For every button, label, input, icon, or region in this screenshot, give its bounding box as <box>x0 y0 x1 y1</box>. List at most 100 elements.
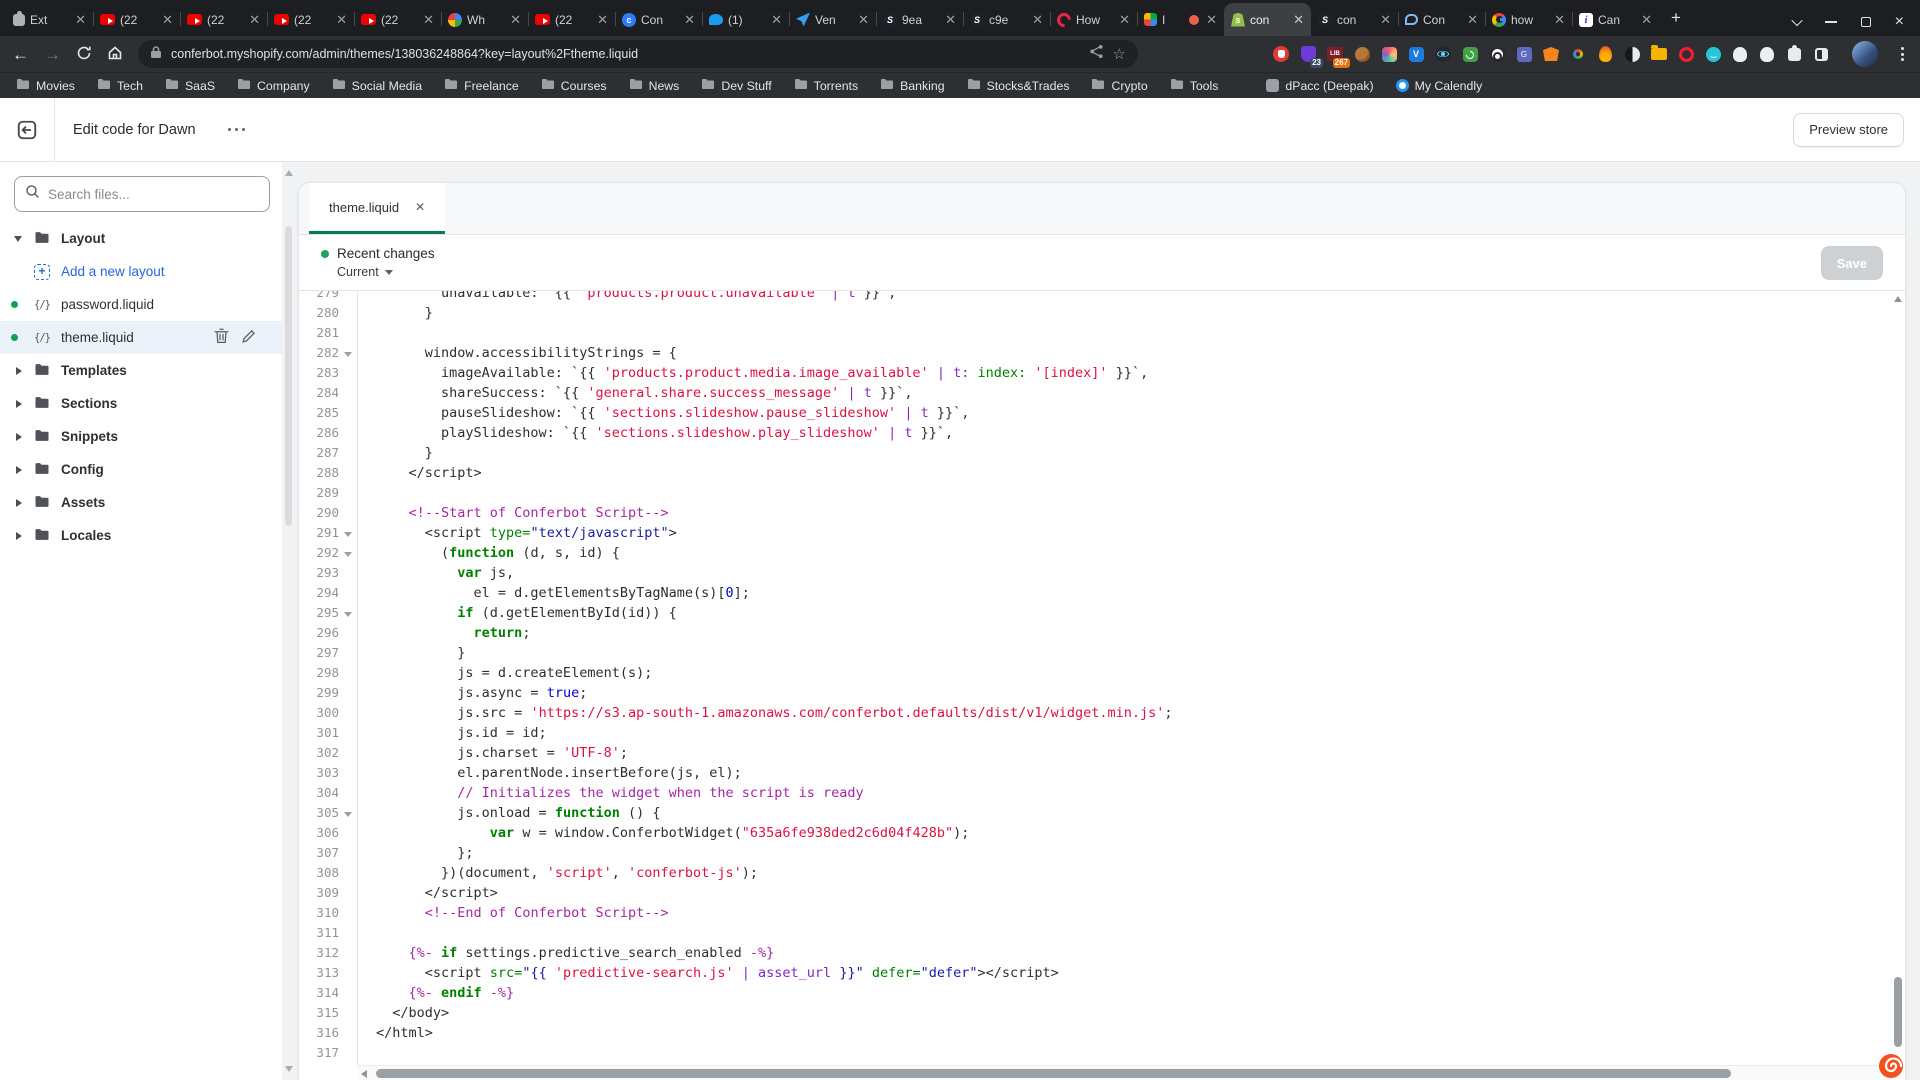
tab-close-icon[interactable]: ✕ <box>1293 13 1304 26</box>
tab-close-icon[interactable]: ✕ <box>1380 13 1391 26</box>
code-line-286[interactable]: 286 playSlideshow: `{{ 'sections.slidesh… <box>299 423 1905 443</box>
code-line-282[interactable]: 282 window.accessibilityStrings = { <box>299 343 1905 363</box>
code-line-303[interactable]: 303 el.parentNode.insertBefore(js, el); <box>299 763 1905 783</box>
delete-file-icon[interactable] <box>214 328 229 347</box>
chevron-down-icon[interactable] <box>14 236 22 242</box>
browser-tab[interactable]: I✕ <box>1137 3 1224 36</box>
code-line-305[interactable]: 305 js.onload = function () { <box>299 803 1905 823</box>
preview-store-button[interactable]: Preview store <box>1793 113 1904 147</box>
bookmark-tech[interactable]: Tech <box>97 78 143 93</box>
browser-tab[interactable]: con✕ <box>1224 3 1311 36</box>
profile-avatar[interactable] <box>1852 41 1878 67</box>
bookmark-stocks-trades[interactable]: Stocks&Trades <box>967 78 1070 93</box>
extension-folder-icon[interactable] <box>1649 44 1669 64</box>
code-line-280[interactable]: 280 } <box>299 303 1905 323</box>
extension-fox-icon[interactable] <box>1541 44 1561 64</box>
code-line-295[interactable]: 295 if (d.getElementById(id)) { <box>299 603 1905 623</box>
sidebar-item-config[interactable]: Config <box>0 453 282 486</box>
extension-translate-icon[interactable]: G <box>1514 44 1534 64</box>
reload-icon[interactable] <box>76 45 92 64</box>
minimize-icon[interactable] <box>1825 21 1837 23</box>
tab-close-icon[interactable]: ✕ <box>1119 13 1130 26</box>
browser-tab[interactable]: (22✕ <box>354 3 441 36</box>
code-line-304[interactable]: 304 // Initializes the widget when the s… <box>299 783 1905 803</box>
restore-window-icon[interactable] <box>1861 17 1871 27</box>
chevron-right-icon[interactable] <box>16 400 22 408</box>
fold-toggle-icon[interactable] <box>339 603 356 623</box>
close-window-icon[interactable]: × <box>1895 14 1904 30</box>
extension-vband-icon[interactable]: V <box>1406 44 1426 64</box>
code-line-311[interactable]: 311 <box>299 923 1905 943</box>
chevron-right-icon[interactable] <box>16 367 22 375</box>
sidebar-scrollbar[interactable] <box>282 162 296 1080</box>
tab-close-icon[interactable]: ✕ <box>771 13 782 26</box>
save-button[interactable]: Save <box>1821 246 1883 280</box>
code-line-283[interactable]: 283 imageAvailable: `{{ 'products.produc… <box>299 363 1905 383</box>
tab-close-icon[interactable]: ✕ <box>162 13 173 26</box>
bookmark-banking[interactable]: Banking <box>880 78 944 93</box>
browser-tab[interactable]: (1) ✕ <box>702 3 789 36</box>
bookmark-courses[interactable]: Courses <box>541 78 607 93</box>
browser-tab[interactable]: Con✕ <box>1398 3 1485 36</box>
browser-tab[interactable]: (22✕ <box>267 3 354 36</box>
extension-rings-icon[interactable] <box>1487 44 1507 64</box>
conferbot-widget-icon[interactable] <box>1878 1053 1904 1079</box>
extension-flame-icon[interactable] <box>1595 44 1615 64</box>
horizontal-scroll-thumb[interactable] <box>376 1069 1731 1078</box>
code-line-292[interactable]: 292 (function (d, s, id) { <box>299 543 1905 563</box>
search-files-box[interactable] <box>14 176 270 212</box>
code-line-316[interactable]: 316</html> <box>299 1023 1905 1043</box>
code-line-309[interactable]: 309 </script> <box>299 883 1905 903</box>
code-line-302[interactable]: 302 js.charset = 'UTF-8'; <box>299 743 1905 763</box>
tab-close-icon[interactable]: ✕ <box>1641 13 1652 26</box>
code-line-310[interactable]: 310 <!--End of Conferbot Script--> <box>299 903 1905 923</box>
extension-react-icon[interactable] <box>1433 44 1453 64</box>
bookmark-saas[interactable]: SaaS <box>165 78 215 93</box>
extension-opera-icon[interactable] <box>1676 44 1696 64</box>
extension-lib-icon[interactable]: LIB267 <box>1325 44 1345 64</box>
sidebar-item-add-a-new-layout[interactable]: +Add a new layout <box>0 255 282 288</box>
scroll-down-icon[interactable] <box>285 1066 293 1072</box>
address-bar[interactable]: conferbot.myshopify.com/admin/themes/138… <box>138 40 1138 68</box>
code-line-314[interactable]: 314 {%- endif -%} <box>299 983 1905 1003</box>
extension-yin-icon[interactable] <box>1622 44 1642 64</box>
sidebar-item-password-liquid[interactable]: {/}password.liquid <box>0 288 282 321</box>
browser-tab[interactable]: (22✕ <box>93 3 180 36</box>
sidebar-scroll-thumb[interactable] <box>285 226 292 526</box>
chevron-right-icon[interactable] <box>16 532 22 540</box>
extension-ghost-icon[interactable] <box>1757 44 1777 64</box>
tab-close-icon[interactable]: ✕ <box>597 13 608 26</box>
browser-tab[interactable]: Can✕ <box>1572 3 1659 36</box>
editor-horizontal-scrollbar[interactable] <box>358 1065 1891 1080</box>
code-line-294[interactable]: 294 el = d.getElementsByTagName(s)[0]; <box>299 583 1905 603</box>
browser-tab[interactable]: 9ea✕ <box>876 3 963 36</box>
code-line-293[interactable]: 293 var js, <box>299 563 1905 583</box>
tab-close-icon[interactable]: ✕ <box>75 13 86 26</box>
code-line-312[interactable]: 312 {%- if settings.predictive_search_en… <box>299 943 1905 963</box>
code-line-297[interactable]: 297 } <box>299 643 1905 663</box>
browser-tab[interactable]: how✕ <box>1485 3 1572 36</box>
tab-close-icon[interactable]: ✕ <box>684 13 695 26</box>
tab-close-icon[interactable]: ✕ <box>1206 13 1217 26</box>
editor-tab-theme-liquid[interactable]: theme.liquid ✕ <box>309 183 445 234</box>
extension-cookie-icon[interactable] <box>1352 44 1372 64</box>
code-line-290[interactable]: 290 <!--Start of Conferbot Script--> <box>299 503 1905 523</box>
tab-close-icon[interactable]: ✕ <box>423 13 434 26</box>
fold-toggle-icon[interactable] <box>339 803 356 823</box>
vertical-scroll-thumb[interactable] <box>1894 977 1902 1047</box>
fold-toggle-icon[interactable] <box>339 523 356 543</box>
bookmark-movies[interactable]: Movies <box>16 78 75 93</box>
code-line-317[interactable]: 317 <box>299 1043 1905 1063</box>
new-tab-button[interactable]: + <box>1659 8 1693 36</box>
bookmark-news[interactable]: News <box>629 78 680 93</box>
fold-toggle-icon[interactable] <box>339 543 356 563</box>
chevron-right-icon[interactable] <box>16 433 22 441</box>
bookmark-company[interactable]: Company <box>237 78 310 93</box>
sidebar-item-assets[interactable]: Assets <box>0 486 282 519</box>
tab-close-icon[interactable]: ✕ <box>858 13 869 26</box>
code-line-301[interactable]: 301 js.id = id; <box>299 723 1905 743</box>
tab-close-icon[interactable]: ✕ <box>1032 13 1043 26</box>
sidebar-item-theme-liquid[interactable]: {/}theme.liquid <box>0 321 282 354</box>
tab-search-chevron-icon[interactable] <box>1791 15 1802 26</box>
code-line-281[interactable]: 281 <box>299 323 1905 343</box>
